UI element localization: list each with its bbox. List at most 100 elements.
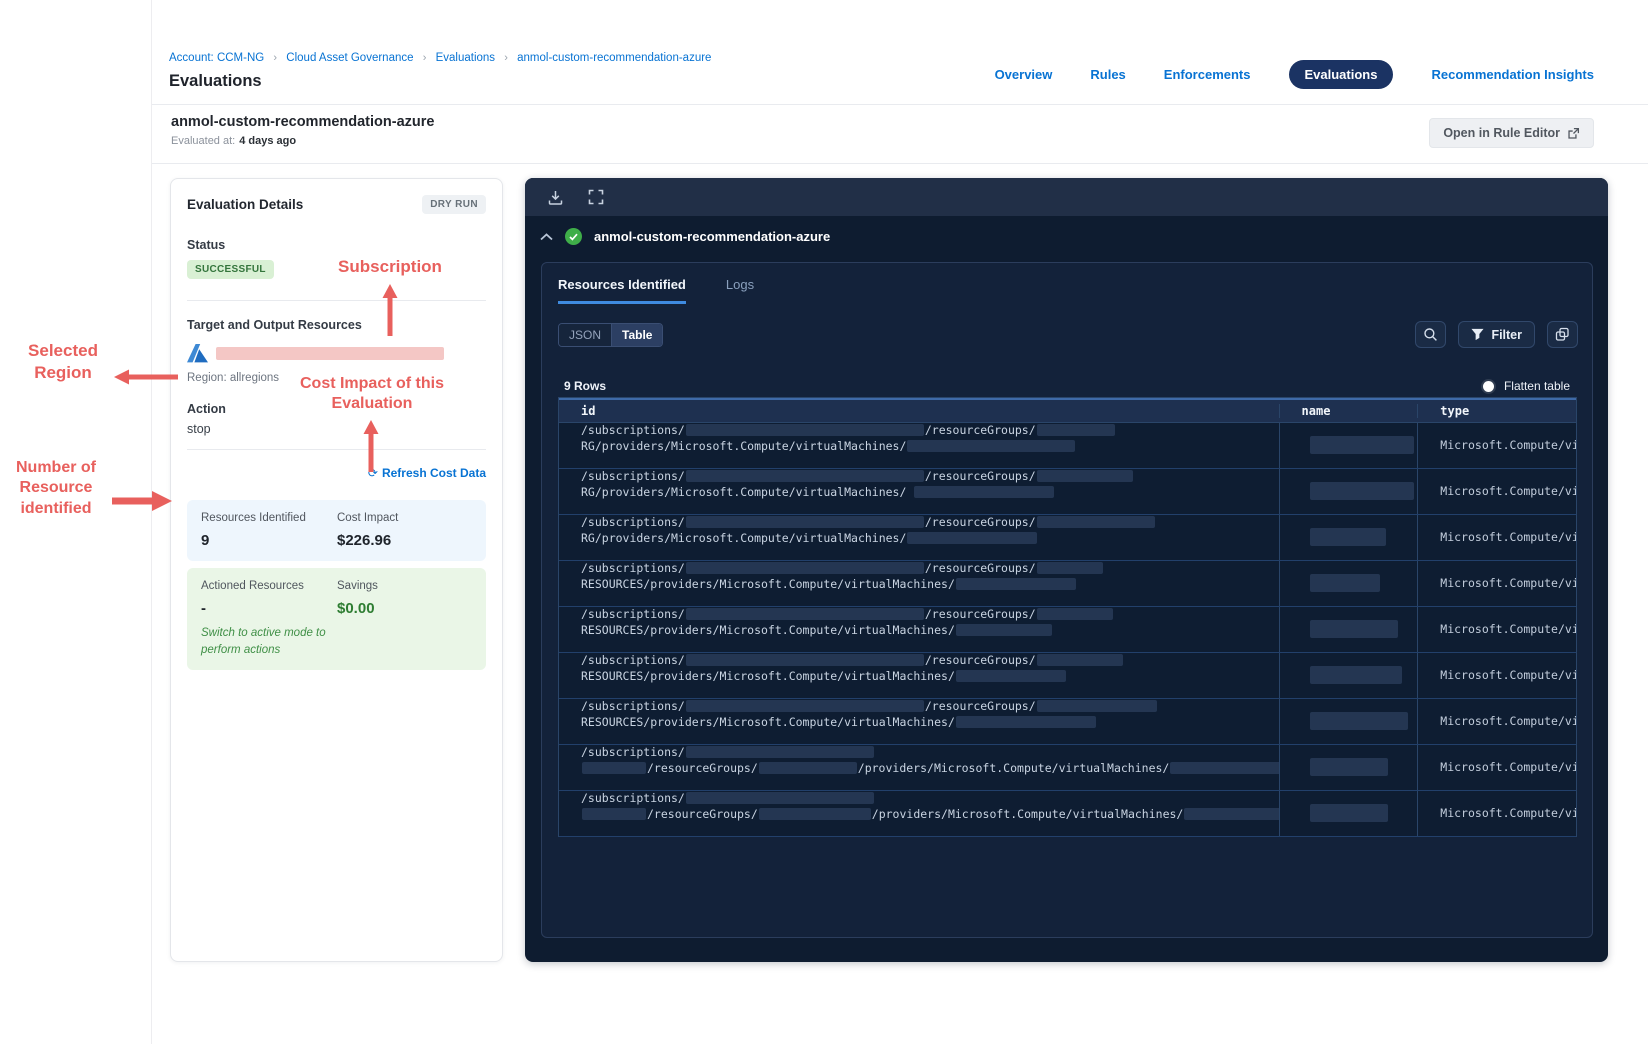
cell-id: /subscriptions//resourceGroups/RESOURCES… [559,561,1279,606]
results-table: id name type /subscriptions//resourceGro… [558,397,1577,837]
redacted-value [907,531,1038,544]
evaluation-details-card: Evaluation Details DRY RUN Status SUCCES… [170,178,503,962]
evaluation-title: anmol-custom-recommendation-azure [171,114,435,130]
table-row[interactable]: /subscriptions//resourceGroups/RG/provid… [559,515,1576,561]
column-header-id[interactable]: id [559,404,1279,418]
table-row[interactable]: /subscriptions//resourceGroups//provider… [559,791,1576,837]
filter-icon [1471,328,1484,341]
cell-type: Microsoft.Compute/virtu [1417,469,1576,514]
cell-type: Microsoft.Compute/virtu [1417,653,1576,698]
redacted-value [582,761,646,774]
redacted-value [685,608,924,620]
table-row[interactable]: /subscriptions//resourceGroups/RESOURCES… [559,699,1576,745]
cell-type: Microsoft.Compute/virtu [1417,423,1576,468]
cell-name [1278,561,1418,606]
top-nav: Overview Rules Enforcements Evaluations … [995,60,1594,89]
subscription-arrow [382,284,398,336]
flatten-table-toggle[interactable]: Flatten table [1482,379,1570,393]
cell-name [1278,653,1418,698]
redacted-value [1309,758,1388,776]
table-row[interactable]: /subscriptions//resourceGroups/RG/provid… [559,423,1576,469]
redacted-value [1309,712,1408,730]
cell-id: /subscriptions//resourceGroups/RG/provid… [559,423,1279,468]
nav-tab-rules[interactable]: Rules [1090,67,1125,82]
cell-type: Microsoft.Compute/virtu [1417,607,1576,652]
cell-name [1278,607,1418,652]
breadcrumb-account[interactable]: Account: CCM-NG [169,52,264,64]
resources-identified-label: Resources Identified [201,512,306,524]
breadcrumb-item-governance[interactable]: Cloud Asset Governance [286,52,413,64]
result-title: anmol-custom-recommendation-azure [594,229,831,244]
redacted-value [955,715,1096,728]
nav-tab-evaluations-active[interactable]: Evaluations [1288,60,1394,89]
cell-name [1278,699,1418,744]
search-icon [1423,327,1438,342]
refresh-cost-data-link[interactable]: ⟳ Refresh Cost Data [368,466,486,480]
redacted-value [914,485,1055,498]
target-resources-label: Target and Output Resources [187,318,362,332]
rows-count: 9 Rows [564,379,607,393]
redacted-value [955,669,1066,682]
nav-tab-enforcements[interactable]: Enforcements [1164,67,1251,82]
azure-icon [187,344,208,363]
redacted-value [955,623,1052,636]
redacted-value [1309,436,1414,454]
table-row[interactable]: /subscriptions//resourceGroups/RESOURCES… [559,653,1576,699]
column-header-type[interactable]: type [1417,404,1576,418]
results-panel: anmol-custom-recommendation-azure Resour… [525,178,1608,962]
savings-label: Savings [337,580,378,592]
filter-button[interactable]: Filter [1458,321,1535,348]
redacted-value [685,746,874,758]
breadcrumb-item-evaluations[interactable]: Evaluations [436,52,495,64]
view-toggle-table[interactable]: Table [611,323,663,346]
resources-identified-value: 9 [201,532,210,549]
redacted-value [907,439,1076,452]
results-table-body: /subscriptions//resourceGroups/RG/provid… [559,423,1576,837]
redacted-value [955,577,1076,590]
cell-name [1278,791,1418,836]
selected-region-arrow [114,369,178,385]
redacted-value [1309,528,1386,546]
annotation-subscription: Subscription [338,257,442,276]
cell-type: Microsoft.Compute/virtu [1417,699,1576,744]
redacted-value [685,562,924,574]
table-row[interactable]: /subscriptions//resourceGroups//provider… [559,745,1576,791]
redacted-value [1036,654,1123,666]
results-toolbar [525,178,1608,216]
cell-name [1278,423,1418,468]
table-row[interactable]: /subscriptions//resourceGroups/RESOURCES… [559,607,1576,653]
open-rule-editor-button[interactable]: Open in Rule Editor [1429,118,1594,148]
tab-logs[interactable]: Logs [726,277,754,304]
redacted-value [1036,562,1103,574]
tab-resources-identified[interactable]: Resources Identified [558,277,686,304]
view-toggle-json[interactable]: JSON [559,323,612,346]
download-icon[interactable] [547,189,564,206]
redacted-value [1036,608,1113,620]
section-divider [187,300,486,301]
collapse-chevron-icon[interactable] [540,232,553,241]
subheader-divider [152,163,1648,164]
cell-type: Microsoft.Compute/virtu [1417,745,1576,790]
cell-id: /subscriptions//resourceGroups/RESOURCES… [559,653,1279,698]
table-row[interactable]: /subscriptions//resourceGroups/RG/provid… [559,469,1576,515]
cell-name [1278,745,1418,790]
search-button[interactable] [1415,321,1447,348]
cell-id: /subscriptions//resourceGroups/RG/provid… [559,469,1279,514]
copy-button[interactable] [1547,321,1578,348]
page-title: Evaluations [169,72,262,90]
cost-impact-label: Cost Impact [337,512,399,524]
annotation-cost-impact: Cost Impact of this Evaluation [299,375,444,413]
results-inner-card: Resources Identified Logs JSON Table Fil… [541,262,1593,938]
cell-type: Microsoft.Compute/virtu [1417,561,1576,606]
expand-icon[interactable] [588,189,604,205]
details-card-title: Evaluation Details [187,197,304,212]
nav-tab-overview[interactable]: Overview [995,67,1053,82]
nav-tab-recommendation-insights[interactable]: Recommendation Insights [1431,67,1594,82]
column-header-name[interactable]: name [1278,404,1418,418]
table-row[interactable]: /subscriptions//resourceGroups/RESOURCES… [559,561,1576,607]
cell-name [1278,515,1418,560]
cell-id: /subscriptions//resourceGroups/RESOURCES… [559,699,1279,744]
breadcrumb-item-rule[interactable]: anmol-custom-recommendation-azure [517,52,711,64]
active-mode-note: Switch to active mode to perform actions [201,627,326,656]
actioned-resources-value: - [201,600,206,617]
